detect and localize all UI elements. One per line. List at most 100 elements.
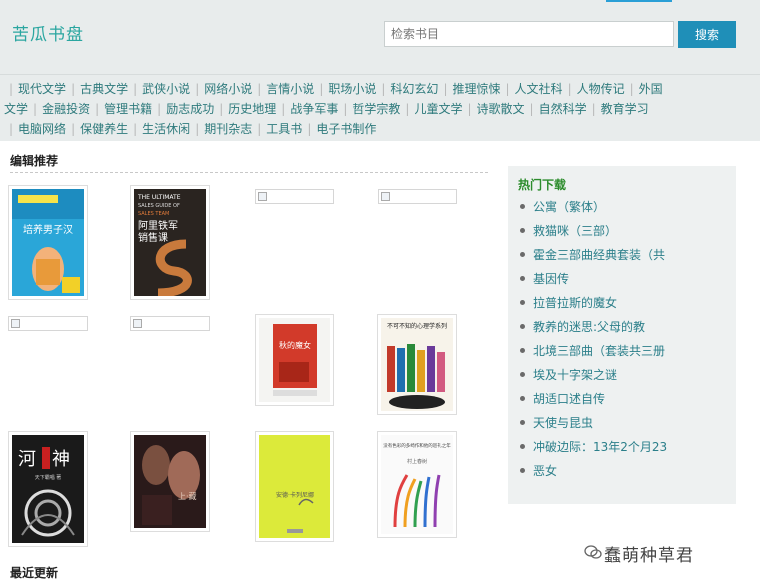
category-link[interactable]: 科幻玄幻 [390, 79, 438, 99]
hot-download-label[interactable]: 教养的迷思:父母的教 [533, 320, 645, 334]
section-divider [10, 172, 488, 173]
book-cover-2[interactable]: THE ULTIMATE SALES GUIDE OF SALES TEAM 阿… [130, 185, 210, 300]
hot-download-label[interactable]: 基因传 [533, 272, 569, 286]
category-link[interactable]: 人物传记 [577, 79, 625, 99]
wechat-icon [584, 545, 602, 559]
category-row-3: | 电脑网络 | 保健养生 | 生活休闲 | 期刊杂志 | 工具书 | 电子书制作 [4, 119, 376, 139]
broken-image-3[interactable] [255, 189, 334, 204]
category-link[interactable]: 儿童文学 [414, 99, 462, 119]
category-link[interactable]: 现代文学 [18, 79, 66, 99]
category-separator: | [9, 122, 14, 136]
category-link[interactable]: 言情小说 [266, 79, 314, 99]
category-link[interactable]: 电脑网络 [18, 119, 66, 139]
category-link[interactable]: 生活休闲 [142, 119, 190, 139]
category-link[interactable]: 古典文学 [80, 79, 128, 99]
category-separator: | [567, 82, 572, 96]
category-link[interactable]: 保健养生 [80, 119, 128, 139]
search-input[interactable] [384, 21, 674, 47]
book-cover-1-art: 培养男子汉 [12, 189, 84, 296]
category-separator: | [195, 122, 200, 136]
book-cover-10[interactable]: 上·藏 [130, 431, 210, 532]
hot-download-label[interactable]: 埃及十字架之谜 [533, 368, 617, 382]
bullet-icon [520, 372, 525, 377]
bullet-icon [520, 204, 525, 209]
category-link[interactable]: 电子书制作 [316, 119, 376, 139]
category-link[interactable]: 武侠小说 [142, 79, 190, 99]
hot-download-item[interactable]: 拉普拉斯的魔女 [518, 294, 667, 318]
hot-download-label[interactable]: 北境三部曲（套装共三册 [533, 344, 665, 358]
book-cover-10-art: 上·藏 [134, 435, 206, 528]
broken-image-4[interactable] [378, 189, 457, 204]
category-link[interactable]: 诗歌散文 [477, 99, 525, 119]
hot-download-item[interactable]: 埃及十字架之谜 [518, 366, 667, 390]
search-button[interactable]: 搜索 [678, 21, 736, 48]
category-separator: | [629, 82, 634, 96]
hot-download-item[interactable]: 胡适口述自传 [518, 390, 667, 414]
category-link[interactable]: 人文社科 [515, 79, 563, 99]
broken-image-icon [258, 192, 267, 201]
hot-download-label[interactable]: 霍金三部曲经典套装（共 [533, 248, 665, 262]
hot-download-label[interactable]: 恶女 [533, 464, 557, 478]
category-link[interactable]: 管理书籍 [104, 99, 152, 119]
category-link[interactable]: 励志成功 [166, 99, 214, 119]
broken-image-5[interactable] [8, 316, 88, 331]
broken-image-6[interactable] [130, 316, 210, 331]
category-link[interactable]: 外国 [639, 79, 663, 99]
category-link[interactable]: 哲学宗教 [352, 99, 400, 119]
book-cover-2-art: THE ULTIMATE SALES GUIDE OF SALES TEAM 阿… [134, 189, 206, 296]
hot-download-item[interactable]: 救猫咪（三部） [518, 222, 667, 246]
book-cover-11[interactable]: 安德·卡列尼娜 [255, 431, 334, 542]
hot-download-label[interactable]: 拉普拉斯的魔女 [533, 296, 617, 310]
category-separator: | [219, 102, 224, 116]
category-separator: | [505, 82, 510, 96]
book-cover-1[interactable]: 培养男子汉 [8, 185, 88, 300]
hot-download-item[interactable]: 天使与昆虫 [518, 414, 667, 438]
book6-title: 不可不知的心理学系列 [387, 322, 447, 330]
category-link[interactable]: 教育学习 [601, 99, 649, 119]
book5-title: 秋的魔女 [279, 340, 311, 350]
category-link[interactable]: 历史地理 [228, 99, 276, 119]
hot-download-item[interactable]: 公寓（繁体） [518, 198, 667, 222]
category-link[interactable]: 自然科学 [539, 99, 587, 119]
hot-download-item[interactable]: 霍金三部曲经典套装（共 [518, 246, 667, 270]
book7-author: 天下霸唱 著 [35, 474, 62, 481]
svg-text:SALES TEAM: SALES TEAM [138, 211, 169, 217]
hot-download-label[interactable]: 天使与昆虫 [533, 416, 593, 430]
site-logo[interactable]: 苦瓜书盘 [12, 20, 84, 45]
book10-author: 村上春树 [407, 458, 427, 465]
hot-download-item[interactable]: 冲破边际：13年2个月23 [518, 438, 667, 462]
category-link[interactable]: 推理惊悚 [452, 79, 500, 99]
hot-download-label[interactable]: 公寓（繁体） [533, 200, 605, 214]
category-separator: | [33, 102, 38, 116]
category-link[interactable]: 期刊杂志 [204, 119, 252, 139]
hot-download-label[interactable]: 冲破边际：13年2个月23 [533, 440, 667, 454]
book-cover-9[interactable]: 河 神 天下霸唱 著 [8, 431, 88, 547]
hot-download-label[interactable]: 救猫咪（三部） [533, 224, 617, 238]
category-link[interactable]: 战争军事 [290, 99, 338, 119]
bullet-icon [520, 444, 525, 449]
category-link[interactable]: 职场小说 [328, 79, 376, 99]
book-cover-8[interactable]: 不可不知的心理学系列 [377, 314, 457, 415]
category-link[interactable]: 金融投资 [42, 99, 90, 119]
book-cover-7[interactable]: 秋的魔女 [255, 314, 334, 406]
bullet-icon [520, 420, 525, 425]
hot-download-item[interactable]: 北境三部曲（套装共三册 [518, 342, 667, 366]
category-link[interactable]: 工具书 [266, 119, 302, 139]
category-separator: | [405, 102, 410, 116]
svg-text:SALES GUIDE OF: SALES GUIDE OF [138, 203, 180, 209]
svg-text:销售课: 销售课 [138, 231, 168, 244]
book10-title: 没有色彩的多崎作和他的巡礼之年 [383, 442, 451, 449]
book-cover-8-art: 不可不知的心理学系列 [381, 318, 453, 411]
hot-download-item[interactable]: 恶女 [518, 462, 667, 486]
category-nav: | 现代文学 | 古典文学 | 武侠小说 | 网络小说 | 言情小说 | 职场小说 | 科幻玄幻 | 推理惊悚… [0, 74, 760, 141]
category-separator: | [195, 82, 200, 96]
category-link[interactable]: 网络小说 [204, 79, 252, 99]
category-link[interactable]: 文学 [4, 99, 28, 119]
hot-download-item[interactable]: 基因传 [518, 270, 667, 294]
book-cover-12[interactable]: 没有色彩的多崎作和他的巡礼之年 村上春树 [377, 431, 457, 538]
bullet-icon [520, 252, 525, 257]
hot-downloads-title: 热门下载 [518, 178, 567, 192]
hot-download-item[interactable]: 教养的迷思:父母的教 [518, 318, 667, 342]
hot-download-label[interactable]: 胡适口述自传 [533, 392, 605, 406]
category-separator: | [443, 82, 448, 96]
